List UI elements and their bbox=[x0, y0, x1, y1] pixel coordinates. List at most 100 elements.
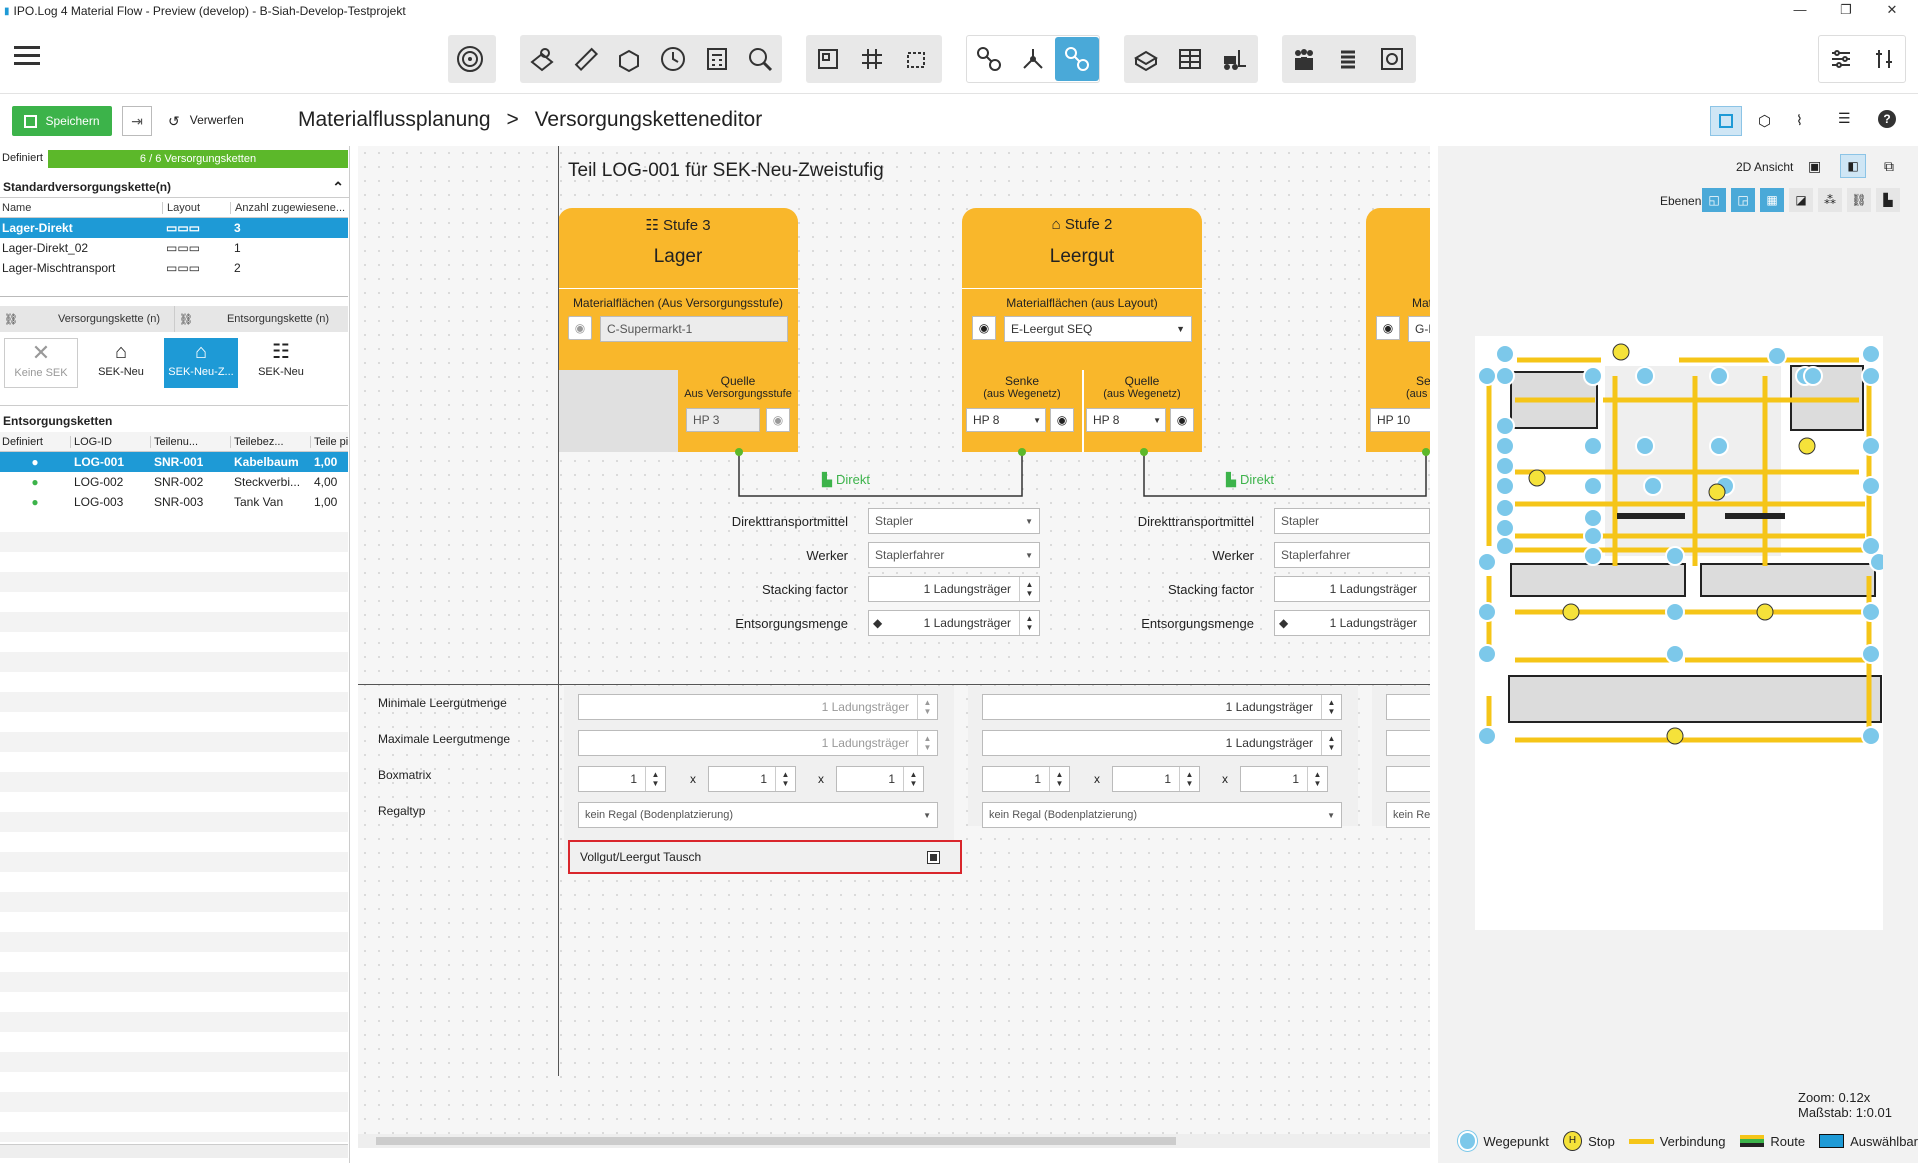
layer-grid-icon[interactable]: ▦ bbox=[1760, 188, 1784, 212]
stack-icon[interactable] bbox=[1326, 37, 1370, 81]
panel-toggle-icon[interactable] bbox=[1862, 37, 1905, 81]
restore-icon[interactable]: ❐ bbox=[1828, 0, 1864, 20]
chevron-down-icon[interactable]: ▼ bbox=[1025, 551, 1033, 560]
table-row[interactable]: ● LOG-002 SNR-002 Steckverbi... 4,00 bbox=[0, 472, 348, 492]
save-button[interactable]: Speichern bbox=[12, 106, 112, 136]
load-carrier-icon[interactable] bbox=[1124, 37, 1168, 81]
min-empty-spinner[interactable] bbox=[1386, 694, 1430, 720]
boxmatrix-x[interactable]: 1 ▲ ▼ bbox=[578, 766, 666, 792]
boxmatrix-x[interactable]: 1 ▲ ▼ bbox=[982, 766, 1070, 792]
calculator-icon[interactable] bbox=[695, 37, 739, 81]
min-empty-spinner[interactable]: 1 Ladungsträger ▲ ▼ bbox=[578, 694, 938, 720]
list-icon[interactable]: ☰ bbox=[1838, 110, 1851, 127]
max-empty-spinner[interactable]: 1 Ladungsträger ▲ ▼ bbox=[578, 730, 938, 756]
area-icon[interactable] bbox=[894, 37, 938, 81]
min-empty-spinner[interactable]: 1 Ladungsträger ▲ ▼ bbox=[982, 694, 1342, 720]
table-row[interactable]: ● LOG-001 SNR-001 Kabelbaum 1,00 bbox=[0, 452, 348, 472]
grid-icon[interactable] bbox=[850, 37, 894, 81]
sliders-icon[interactable] bbox=[1819, 37, 1862, 81]
rack-select[interactable]: kein Reg bbox=[1386, 802, 1430, 828]
layout-frame-icon[interactable] bbox=[806, 37, 850, 81]
worker-select[interactable]: Staplerfahrer ▼ bbox=[868, 542, 1040, 568]
chevron-down-icon[interactable]: ▼ bbox=[923, 811, 931, 820]
chevron-down-icon[interactable]: ▼ bbox=[1025, 517, 1033, 526]
boxmatrix-x[interactable] bbox=[1386, 766, 1430, 792]
spinner-arrows[interactable]: ▲ ▼ bbox=[917, 731, 937, 755]
layer-shade-icon[interactable]: ◪ bbox=[1789, 188, 1813, 212]
minimize-icon[interactable]: — bbox=[1782, 0, 1818, 20]
parts-icon[interactable] bbox=[520, 37, 564, 81]
spinner-arrows[interactable]: ▲ ▼ bbox=[1307, 767, 1327, 791]
layer-frame-icon[interactable]: ◱ bbox=[1702, 188, 1726, 212]
sek-option-selected[interactable]: ⌂ SEK-Neu-Z... bbox=[164, 338, 238, 388]
transport-select[interactable]: Stapler bbox=[1274, 508, 1430, 534]
spinner-arrows[interactable]: ▲ ▼ bbox=[917, 695, 937, 719]
target-icon[interactable] bbox=[448, 37, 492, 81]
table-row[interactable]: Lager-Direkt ▭▭▭ 3 bbox=[0, 218, 348, 238]
clock-icon[interactable] bbox=[651, 37, 695, 81]
box-icon[interactable] bbox=[607, 37, 651, 81]
help-icon[interactable]: ? bbox=[1878, 110, 1896, 128]
layer-chain-icon[interactable]: ⛓ bbox=[1847, 188, 1871, 212]
worker-select[interactable]: Staplerfahrer bbox=[1274, 542, 1430, 568]
checkbox[interactable] bbox=[927, 850, 940, 864]
boxmatrix-z[interactable]: 1 ▲ ▼ bbox=[836, 766, 924, 792]
table-row[interactable]: Lager-Direkt_02 ▭▭▭ 1 bbox=[0, 238, 348, 258]
export-icon[interactable]: ⇥ bbox=[122, 106, 152, 136]
amount-spinner[interactable]: ◆ 1 Ladungsträger bbox=[1274, 610, 1430, 636]
spinner-arrows[interactable]: ▲ ▼ bbox=[645, 767, 665, 791]
close-icon[interactable]: ✕ bbox=[1874, 0, 1910, 20]
supply-chain-icon[interactable] bbox=[1055, 37, 1099, 81]
std-section-header[interactable]: Standardversorgungskette(n) ⌃ bbox=[0, 176, 350, 198]
cube-icon[interactable]: ⬡ bbox=[1758, 112, 1771, 130]
stacking-spinner[interactable]: 1 Ladungsträger ▲ ▼ bbox=[868, 576, 1040, 602]
network-icon[interactable] bbox=[1011, 37, 1055, 81]
forklift-icon[interactable] bbox=[1212, 37, 1256, 81]
table-row[interactable]: Lager-Mischtransport ▭▭▭ 2 bbox=[0, 258, 348, 278]
tab-disposal[interactable]: ⛓ Entsorgungskette (n) bbox=[174, 306, 348, 332]
spinner-arrows[interactable]: ▲ ▼ bbox=[1019, 611, 1039, 635]
max-empty-spinner[interactable] bbox=[1386, 730, 1430, 756]
h-scrollbar[interactable] bbox=[0, 1144, 348, 1158]
rack-select[interactable]: kein Regal (Bodenplatzierung) ▼ bbox=[578, 802, 938, 828]
split-view-icon[interactable]: ◧ bbox=[1840, 154, 1866, 178]
spinner-arrows[interactable]: ▲ ▼ bbox=[1179, 767, 1199, 791]
spinner-arrows[interactable]: ▲ ▼ bbox=[903, 767, 923, 791]
settings-frame-icon[interactable] bbox=[1370, 37, 1414, 81]
layout-map[interactable] bbox=[1475, 336, 1889, 930]
spinner-arrows[interactable]: ▲ ▼ bbox=[1049, 767, 1069, 791]
swap-checkbox-row[interactable]: Vollgut/Leergut Tausch bbox=[568, 840, 962, 874]
sek-option[interactable]: ☷ SEK-Neu bbox=[244, 338, 318, 388]
table-row[interactable]: ● LOG-003 SNR-003 Tank Van 1,00 bbox=[0, 492, 348, 512]
spinner-arrows[interactable]: ▲ ▼ bbox=[775, 767, 795, 791]
sek-option[interactable]: ✕ Keine SEK bbox=[4, 338, 78, 388]
rack-select[interactable]: kein Regal (Bodenplatzierung) ▼ bbox=[982, 802, 1342, 828]
splitter[interactable] bbox=[0, 296, 348, 297]
spinner-arrows[interactable]: ▲ ▼ bbox=[1321, 695, 1341, 719]
search-gear-icon[interactable] bbox=[738, 37, 782, 81]
chevron-up-icon[interactable]: ⌃ bbox=[332, 176, 344, 198]
layer-network-icon[interactable]: ⁂ bbox=[1818, 188, 1842, 212]
workers-icon[interactable] bbox=[1282, 37, 1326, 81]
max-empty-spinner[interactable]: 1 Ladungsträger ▲ ▼ bbox=[982, 730, 1342, 756]
chain-link-icon[interactable] bbox=[967, 37, 1011, 81]
boxmatrix-y[interactable]: 1 ▲ ▼ bbox=[708, 766, 796, 792]
transport-select[interactable]: Stapler ▼ bbox=[868, 508, 1040, 534]
spinner-arrows[interactable]: ▲ ▼ bbox=[1321, 731, 1341, 755]
discard-button[interactable]: ↺ Verwerfen bbox=[168, 113, 244, 130]
ruler-icon[interactable] bbox=[564, 37, 608, 81]
sek-option[interactable]: ⌂ SEK-Neu bbox=[84, 338, 158, 388]
grid-toggle-icon[interactable]: ▣ bbox=[1808, 158, 1821, 175]
h-scrollbar[interactable] bbox=[358, 1134, 1430, 1148]
amount-spinner[interactable]: ◆ 1 Ladungsträger ▲ ▼ bbox=[868, 610, 1040, 636]
shelf-icon[interactable] bbox=[1168, 37, 1212, 81]
view-2d-icon[interactable] bbox=[1710, 106, 1742, 136]
tab-supply[interactable]: ⛓ Versorgungskette (n) bbox=[0, 306, 174, 332]
breadcrumb-item[interactable]: Materialflussplanung bbox=[298, 108, 491, 131]
layer-area-icon[interactable]: ◲ bbox=[1731, 188, 1755, 212]
spinner-arrows[interactable]: ▲ ▼ bbox=[1019, 577, 1039, 601]
chart-icon[interactable]: ⌇ bbox=[1796, 112, 1803, 129]
boxmatrix-z[interactable]: 1 ▲ ▼ bbox=[1240, 766, 1328, 792]
layer-forklift-icon[interactable]: ▙ bbox=[1876, 188, 1900, 212]
chevron-down-icon[interactable]: ▼ bbox=[1327, 811, 1335, 820]
